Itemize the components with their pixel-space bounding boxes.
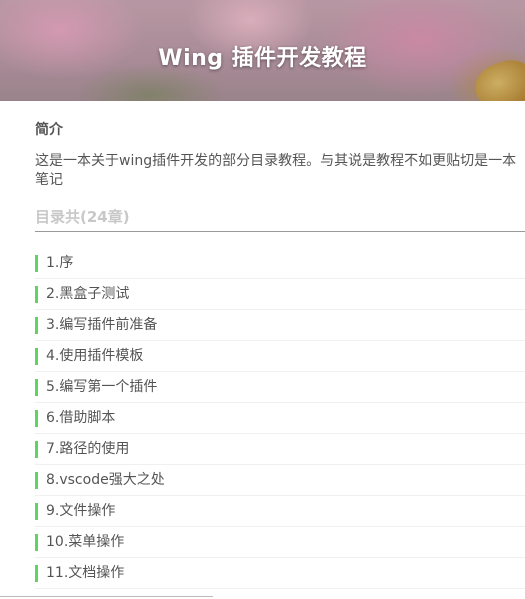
toc-item-label: 1.序 xyxy=(46,255,74,271)
toc-item-label: 9.文件操作 xyxy=(46,503,116,519)
toc-marker xyxy=(35,348,38,365)
toc-item[interactable]: 10.菜单操作 xyxy=(35,527,525,558)
toc-marker xyxy=(35,472,38,489)
toc-item[interactable]: 2.黑盒子测试 xyxy=(35,279,525,310)
toc-item-label: 11.文档操作 xyxy=(46,565,125,581)
toc-item[interactable]: 11.文档操作 xyxy=(35,558,525,589)
page-title: Wing 插件开发教程 xyxy=(158,46,367,71)
main-content: 简介 这是一本关于wing插件开发的部分目录教程。与其说是教程不如更贴切是一本笔… xyxy=(35,118,525,589)
toc-item-label: 8.vscode强大之处 xyxy=(46,472,165,488)
toc-item[interactable]: 1.序 xyxy=(35,248,525,279)
intro-heading: 简介 xyxy=(35,122,63,138)
toc-item[interactable]: 3.编写插件前准备 xyxy=(35,310,525,341)
toc-item-label: 3.编写插件前准备 xyxy=(46,317,158,333)
toc-item[interactable]: 8.vscode强大之处 xyxy=(35,465,525,496)
toc-marker xyxy=(35,379,38,396)
toc-item[interactable]: 7.路径的使用 xyxy=(35,434,525,465)
toc-item-label: 4.使用插件模板 xyxy=(46,348,144,364)
toc-marker xyxy=(35,255,38,272)
toc-item-label: 6.借助脚本 xyxy=(46,410,116,426)
divider xyxy=(0,596,213,597)
toc-item[interactable]: 5.编写第一个插件 xyxy=(35,372,525,403)
intro-text: 这是一本关于wing插件开发的部分目录教程。与其说是教程不如更贴切是一本笔记 xyxy=(35,153,517,188)
toc-marker xyxy=(35,317,38,334)
toc-item[interactable]: 4.使用插件模板 xyxy=(35,341,525,372)
toc-marker xyxy=(35,534,38,551)
toc-marker xyxy=(35,565,38,582)
toc-item-label: 10.菜单操作 xyxy=(46,534,125,550)
header-banner: Wing 插件开发教程 xyxy=(0,0,525,101)
toc-marker xyxy=(35,441,38,458)
toc-marker xyxy=(35,286,38,303)
toc-heading: 目录共(24章) xyxy=(35,206,525,232)
toc-item-label: 5.编写第一个插件 xyxy=(46,379,158,395)
toc-item-label: 7.路径的使用 xyxy=(46,441,130,457)
toc-marker xyxy=(35,503,38,520)
toc-item-label: 2.黑盒子测试 xyxy=(46,286,130,302)
toc-item[interactable]: 9.文件操作 xyxy=(35,496,525,527)
toc-marker xyxy=(35,410,38,427)
toc-list: 1.序 2.黑盒子测试 3.编写插件前准备 4.使用插件模板 5.编写第一个插件… xyxy=(35,248,525,589)
toc-item[interactable]: 6.借助脚本 xyxy=(35,403,525,434)
